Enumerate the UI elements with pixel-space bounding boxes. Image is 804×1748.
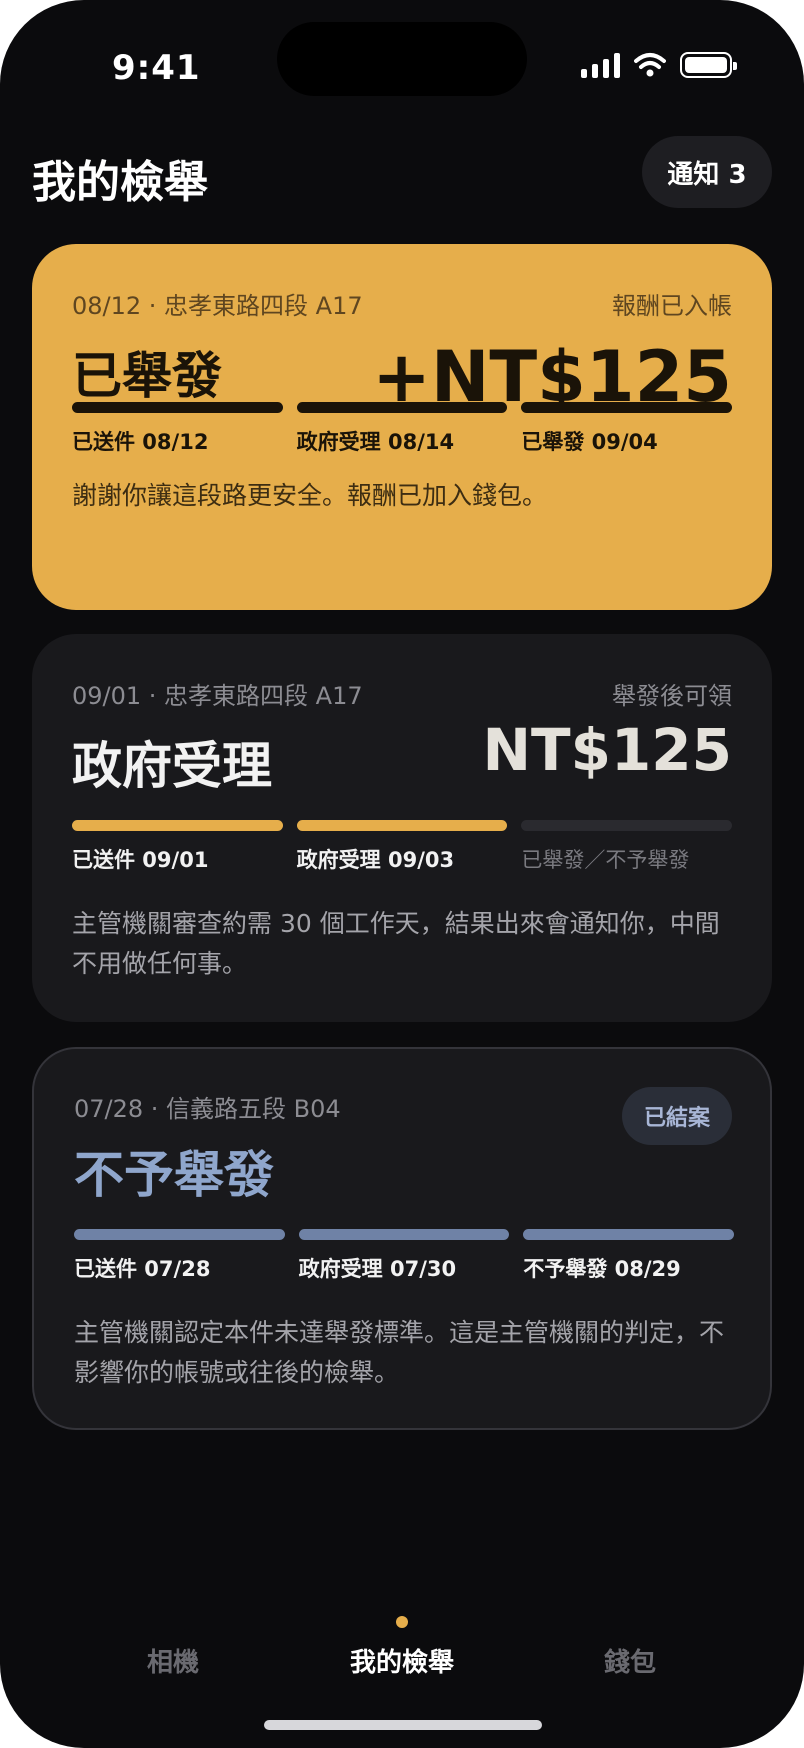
signal-icon	[581, 52, 620, 78]
step-label: 已舉發／不予舉發	[521, 848, 690, 872]
report-status: 不予舉發	[74, 1146, 274, 1204]
progress-bar-step-1	[72, 402, 283, 413]
battery-icon	[680, 52, 737, 78]
step-label: 政府受理 08/14	[296, 430, 455, 454]
progress-bars	[72, 402, 733, 413]
dynamic-island	[277, 22, 527, 96]
report-date-location: 08/12 · 忠孝東路四段 A17	[72, 292, 363, 320]
report-card-accepted[interactable]: 09/01 · 忠孝東路四段 A17 舉發後可領 政府受理 NT$125 已送件…	[32, 634, 772, 1022]
step-label: 政府受理 07/30	[298, 1257, 457, 1281]
progress-bars	[72, 820, 733, 831]
tab-wallet[interactable]: 錢包	[604, 1642, 656, 1679]
step-label: 已送件 08/12	[72, 430, 209, 454]
reward-status-text: 報酬已入帳	[612, 292, 732, 320]
progress-bar-step-2	[296, 402, 508, 413]
progress-steps: 已送件 07/28 政府受理 07/30 不予舉發 08/29	[74, 1253, 734, 1283]
wifi-icon	[634, 53, 666, 77]
step-label: 政府受理 09/03	[296, 848, 455, 872]
progress-bar-step-2	[296, 820, 508, 831]
progress-steps: 已送件 09/01 政府受理 09/03 已舉發／不予舉發	[72, 844, 732, 874]
step-label: 已送件 09/01	[72, 848, 209, 872]
tab-camera[interactable]: 相機	[147, 1642, 199, 1679]
report-card-issued[interactable]: 08/12 · 忠孝東路四段 A17 報酬已入帳 已舉發 +NT$125 已送件…	[32, 244, 772, 610]
progress-bar-step-3	[523, 1229, 735, 1240]
report-date-location: 07/28 · 信義路五段 B04	[74, 1095, 341, 1123]
page-title: 我的檢舉	[32, 157, 208, 208]
progress-bar-step-2	[298, 1229, 510, 1240]
phone-screen: 9:41 我的檢舉 通知 3 08/12 · 忠孝東路四段 A17 報酬已入帳 …	[0, 0, 804, 1748]
step-label: 已送件 07/28	[74, 1257, 211, 1281]
report-status: 已舉發	[72, 347, 222, 405]
status-icons	[581, 52, 737, 78]
step-label: 已舉發 09/04	[521, 430, 658, 454]
report-description: 謝謝你讓這段路更安全。報酬已加入錢包。	[72, 481, 548, 510]
progress-bar-step-1	[72, 820, 283, 831]
closed-badge: 已結案	[621, 1087, 732, 1145]
report-description: 主管機關認定本件未達舉發標準。這是主管機關的判定，不影響你的帳號或往後的檢舉。	[74, 1318, 725, 1387]
tab-my-reports[interactable]: 我的檢舉	[350, 1642, 454, 1679]
progress-steps: 已送件 08/12 政府受理 08/14 已舉發 09/04	[72, 426, 732, 456]
report-description: 主管機關審查約需 30 個工作天，結果出來會通知你，中間不用做任何事。	[72, 909, 720, 978]
report-status: 政府受理	[72, 737, 272, 795]
home-indicator[interactable]	[264, 1720, 542, 1730]
step-label: 不予舉發 08/29	[523, 1257, 681, 1281]
status-time: 9:41	[112, 48, 201, 88]
report-date-location: 09/01 · 忠孝東路四段 A17	[72, 682, 363, 710]
notifications-button[interactable]: 通知 3	[642, 136, 772, 208]
progress-bars	[74, 1229, 735, 1240]
progress-bar-step-3	[521, 820, 733, 831]
progress-bar-step-3	[521, 402, 733, 413]
progress-bar-step-1	[74, 1229, 285, 1240]
active-tab-indicator	[396, 1616, 408, 1628]
report-card-rejected[interactable]: 07/28 · 信義路五段 B04 已結案 不予舉發 已送件 07/28 政府受…	[32, 1047, 772, 1430]
reward-status-text: 舉發後可領	[612, 682, 732, 710]
reward-amount: NT$125	[482, 716, 732, 784]
